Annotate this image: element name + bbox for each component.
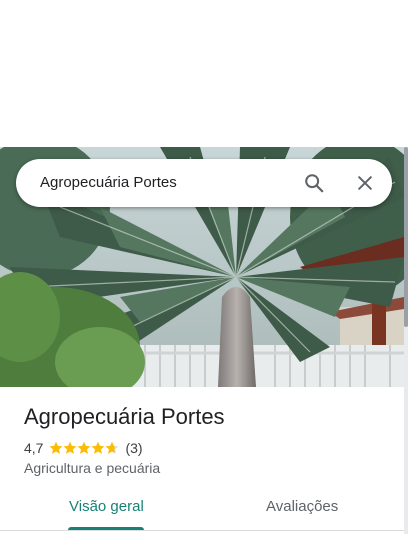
close-icon	[358, 176, 372, 190]
star-icon	[92, 441, 105, 454]
place-category[interactable]: Agricultura e pecuária	[24, 460, 160, 476]
tab-reviews[interactable]: Avaliações	[266, 498, 338, 515]
star-icon	[50, 441, 63, 454]
star-icon	[78, 441, 91, 454]
close-button[interactable]	[351, 169, 379, 197]
search-button[interactable]	[300, 169, 328, 197]
search-bar[interactable]: Agropecuária Portes	[16, 159, 392, 207]
star-icon	[64, 441, 77, 454]
rating-value: 4,7	[24, 440, 44, 456]
tab-divider	[0, 530, 404, 531]
star-icon	[106, 441, 119, 454]
tab-overview[interactable]: Visão geral	[69, 498, 144, 515]
search-icon	[305, 174, 324, 193]
star-rating	[49, 441, 119, 455]
rating-row[interactable]: 4,7 (3)	[24, 439, 143, 457]
reviews-count[interactable]: (3)	[125, 440, 142, 456]
search-input[interactable]: Agropecuária Portes	[40, 159, 177, 207]
place-title: Agropecuária Portes	[24, 404, 225, 429]
scrollbar-thumb[interactable]	[404, 147, 408, 327]
